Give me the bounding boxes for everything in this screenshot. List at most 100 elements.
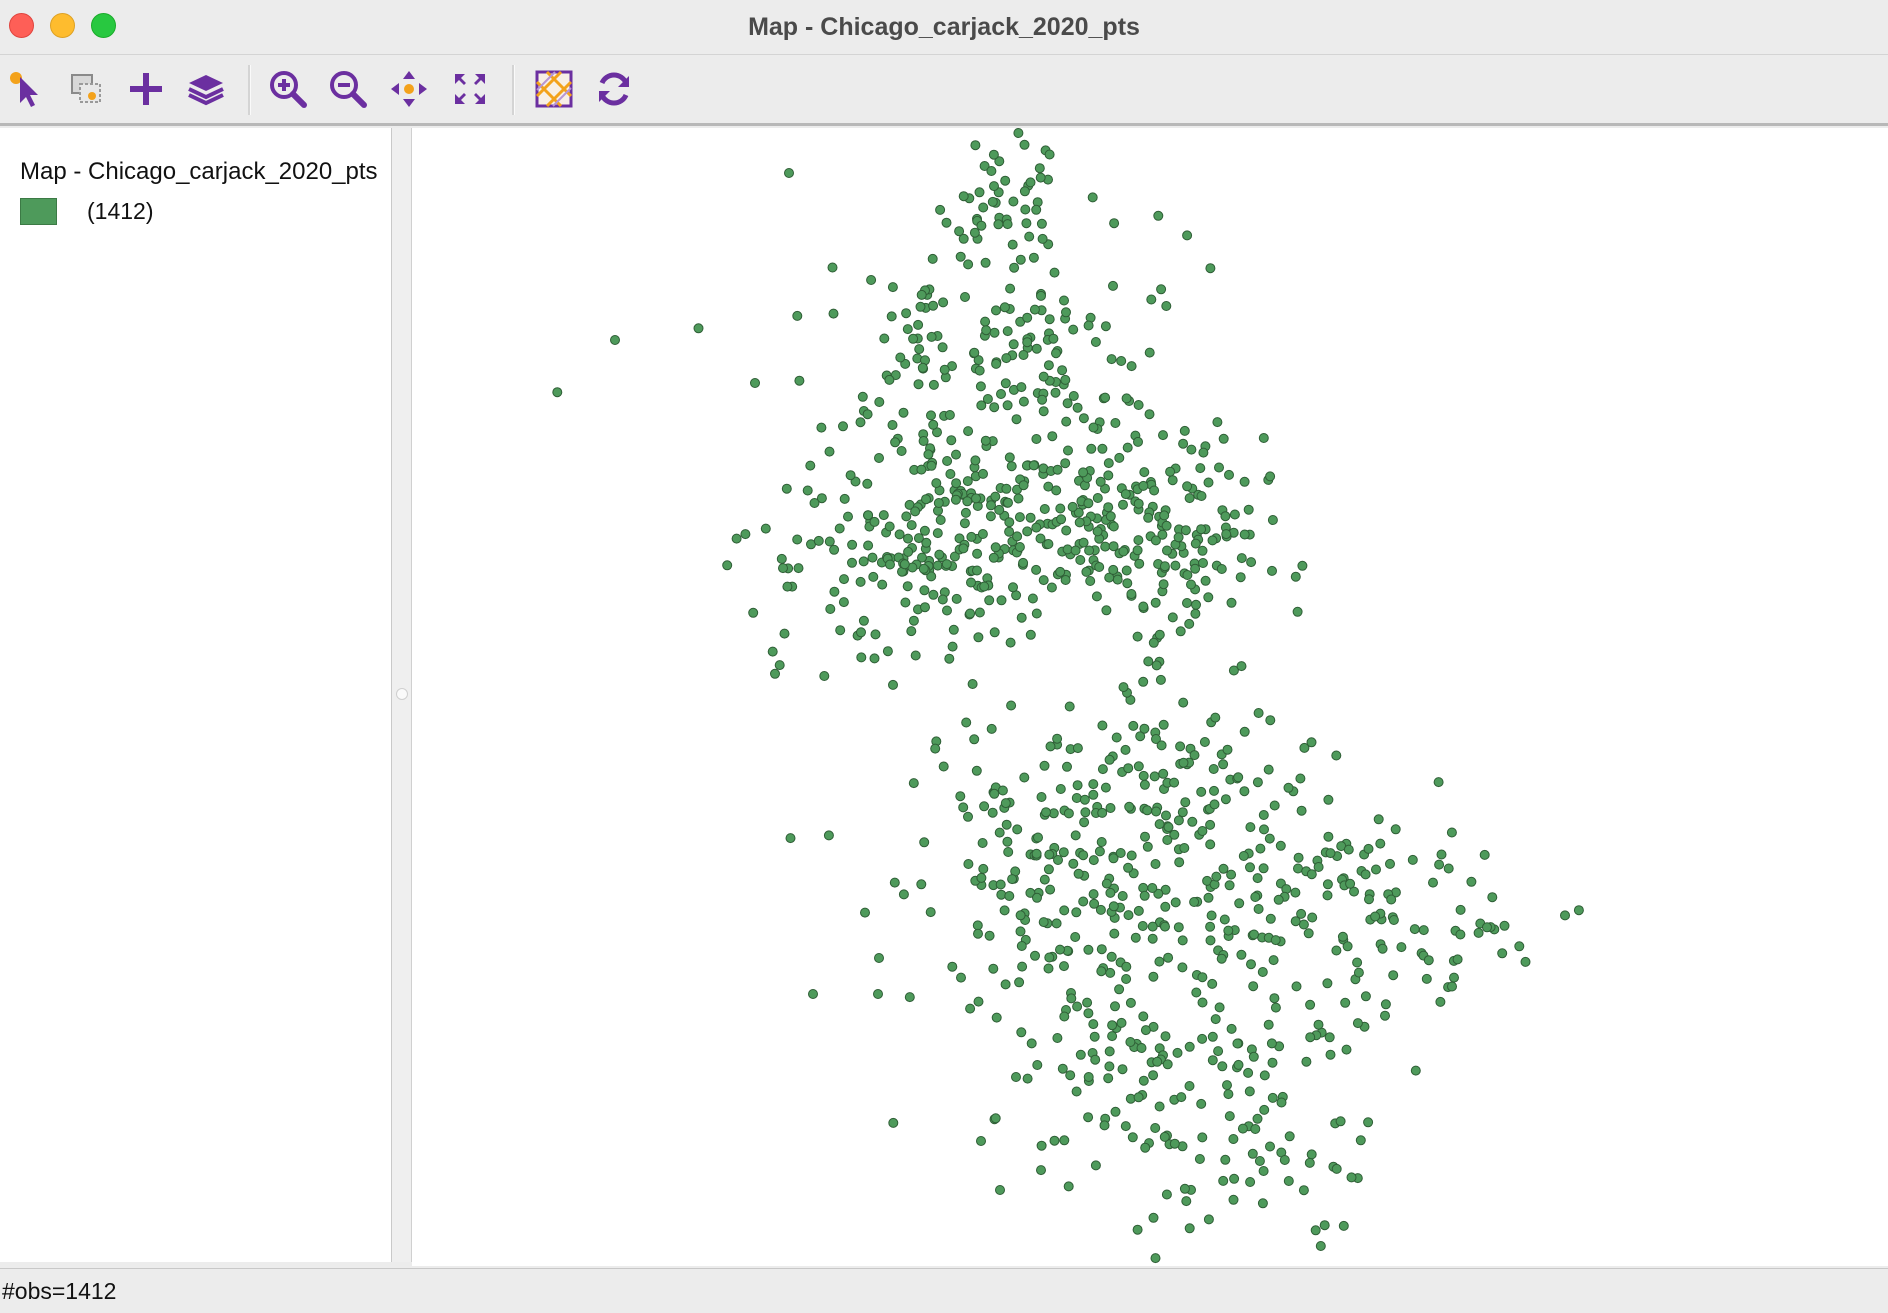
map-point[interactable] [1435,996,1446,1007]
map-point[interactable] [1267,1092,1278,1103]
map-point[interactable] [890,437,901,448]
map-point[interactable] [951,593,962,604]
map-point[interactable] [999,905,1010,916]
map-point[interactable] [1211,871,1222,882]
map-point[interactable] [1341,1044,1352,1055]
map-point[interactable] [1340,997,1351,1008]
map-point[interactable] [977,838,988,848]
map-point[interactable] [1160,921,1170,932]
map-point[interactable] [1081,566,1092,577]
map-point[interactable] [944,410,955,420]
map-point[interactable] [1126,361,1137,372]
map-point[interactable] [740,529,751,540]
map-point[interactable] [1355,1135,1366,1146]
map-point[interactable] [882,646,893,657]
map-point[interactable] [1149,771,1160,782]
map-point[interactable] [1140,831,1150,842]
map-point[interactable] [995,879,1006,890]
map-point[interactable] [1063,445,1073,456]
map-point[interactable] [1031,343,1042,354]
map-point[interactable] [916,289,927,300]
map-point[interactable] [1363,843,1374,854]
map-point[interactable] [794,375,805,386]
map-point[interactable] [1000,979,1011,990]
maximize-window-button[interactable] [91,13,116,38]
map-point[interactable] [813,535,824,546]
map-point[interactable] [1007,239,1018,250]
map-point[interactable] [919,525,930,536]
map-point[interactable] [784,168,794,178]
map-point[interactable] [1012,531,1023,542]
map-point[interactable] [938,297,949,308]
map-point[interactable] [1079,794,1090,805]
map-point[interactable] [991,305,1001,316]
map-point[interactable] [1322,890,1333,901]
map-point[interactable] [1233,772,1244,783]
map-point[interactable] [1120,1121,1131,1132]
map-point[interactable] [1139,467,1150,478]
map-point[interactable] [1313,862,1324,872]
minimize-window-button[interactable] [50,13,75,38]
map-point[interactable] [1088,889,1099,900]
map-point[interactable] [1161,301,1172,311]
map-point[interactable] [1083,1112,1094,1123]
map-point[interactable] [1050,387,1061,398]
map-point[interactable] [1103,458,1114,469]
map-point[interactable] [1101,605,1112,616]
map-point[interactable] [1184,618,1195,629]
map-point[interactable] [1005,283,1016,294]
map-point[interactable] [1057,365,1068,376]
map-point[interactable] [856,652,867,663]
map-point[interactable] [1184,1223,1195,1234]
map-point[interactable] [1016,612,1027,623]
map-point[interactable] [1279,1155,1290,1165]
map-point[interactable] [1196,1098,1207,1109]
map-point[interactable] [1229,509,1240,520]
map-point[interactable] [1002,836,1013,847]
map-point[interactable] [1144,347,1155,358]
map-point[interactable] [908,615,919,626]
map-point[interactable] [1163,822,1174,833]
map-point[interactable] [1051,485,1062,496]
map-point[interactable] [963,811,973,822]
map-point[interactable] [1138,676,1149,687]
map-point[interactable] [1177,935,1188,946]
map-point[interactable] [1090,1160,1101,1171]
map-point[interactable] [1038,917,1049,928]
map-point[interactable] [955,251,966,262]
map-point[interactable] [1267,565,1277,576]
map-point[interactable] [858,615,869,626]
map-point[interactable] [779,628,790,639]
map-point[interactable] [1301,1056,1312,1067]
map-point[interactable] [1138,1011,1149,1022]
map-point[interactable] [1254,1156,1265,1166]
map-point[interactable] [984,930,995,941]
map-point[interactable] [1452,954,1463,965]
map-point[interactable] [951,449,961,460]
map-point[interactable] [1235,572,1246,583]
map-point[interactable] [1041,807,1051,818]
map-point[interactable] [1148,1070,1159,1081]
map-point[interactable] [1007,874,1018,885]
map-point[interactable] [937,594,948,605]
map-point[interactable] [1107,1031,1118,1042]
map-point[interactable] [1310,1225,1321,1236]
map-point[interactable] [990,542,1001,553]
map-point[interactable] [781,483,792,494]
map-point[interactable] [1324,1032,1335,1043]
map-point[interactable] [927,253,938,264]
map-point[interactable] [857,391,868,402]
map-point[interactable] [1499,920,1510,931]
map-point[interactable] [1063,808,1074,819]
map-point[interactable] [1110,418,1121,428]
map-point[interactable] [976,872,987,883]
map-point[interactable] [1250,1124,1261,1134]
map-point[interactable] [1182,598,1192,608]
map-point[interactable] [1223,925,1234,936]
map-point[interactable] [1138,1075,1149,1086]
map-point[interactable] [1180,525,1191,536]
map-point[interactable] [886,311,897,322]
map-point[interactable] [1181,1196,1192,1207]
map-point[interactable] [1346,1172,1357,1183]
map-point[interactable] [1012,824,1023,835]
